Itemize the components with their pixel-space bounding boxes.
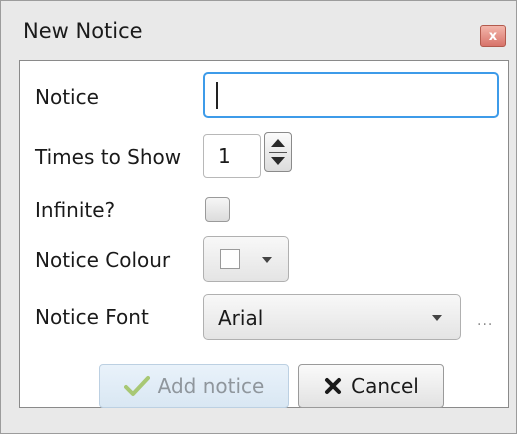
chevron-down-icon	[262, 257, 272, 263]
spin-up-button[interactable]	[268, 135, 288, 151]
checkmark-icon	[123, 375, 150, 397]
text-caret	[216, 82, 218, 109]
x-icon-svg	[325, 378, 342, 394]
spin-down-button[interactable]	[268, 153, 288, 169]
arrow-up-icon	[271, 139, 285, 147]
more-options-button[interactable]: ...	[477, 313, 493, 329]
cancel-button[interactable]: Cancel	[298, 364, 444, 408]
close-button[interactable]: x	[480, 25, 506, 47]
font-selected-value: Arial	[218, 306, 264, 330]
notice-font-select[interactable]: Arial	[203, 294, 461, 340]
infinite-checkbox[interactable]	[205, 197, 230, 222]
add-notice-button[interactable]: Add notice	[99, 364, 289, 408]
cancel-label: Cancel	[351, 374, 419, 398]
new-notice-dialog: New Notice x Notice Times to Show 1 Infi…	[0, 0, 517, 434]
infinite-label: Infinite?	[35, 198, 116, 222]
arrow-down-icon	[271, 157, 285, 165]
x-icon	[323, 376, 343, 396]
notice-colour-picker[interactable]	[203, 236, 289, 282]
checkmark-icon-svg	[123, 376, 150, 396]
notice-label: Notice	[35, 85, 99, 109]
close-icon: x	[488, 28, 498, 44]
times-to-show-label: Times to Show	[35, 145, 182, 169]
times-to-show-spinner[interactable]	[264, 132, 292, 172]
add-notice-label: Add notice	[157, 374, 265, 398]
notice-font-label: Notice Font	[35, 305, 149, 329]
window-title: New Notice	[23, 19, 143, 43]
colour-swatch	[220, 249, 240, 269]
times-to-show-input[interactable]: 1	[203, 134, 261, 178]
dialog-content: Notice Times to Show 1 Infinite? Notice …	[19, 60, 509, 408]
chevron-down-icon	[432, 315, 442, 321]
title-bar: New Notice x	[1, 1, 516, 59]
notice-input[interactable]	[203, 72, 499, 118]
notice-colour-label: Notice Colour	[35, 248, 171, 272]
